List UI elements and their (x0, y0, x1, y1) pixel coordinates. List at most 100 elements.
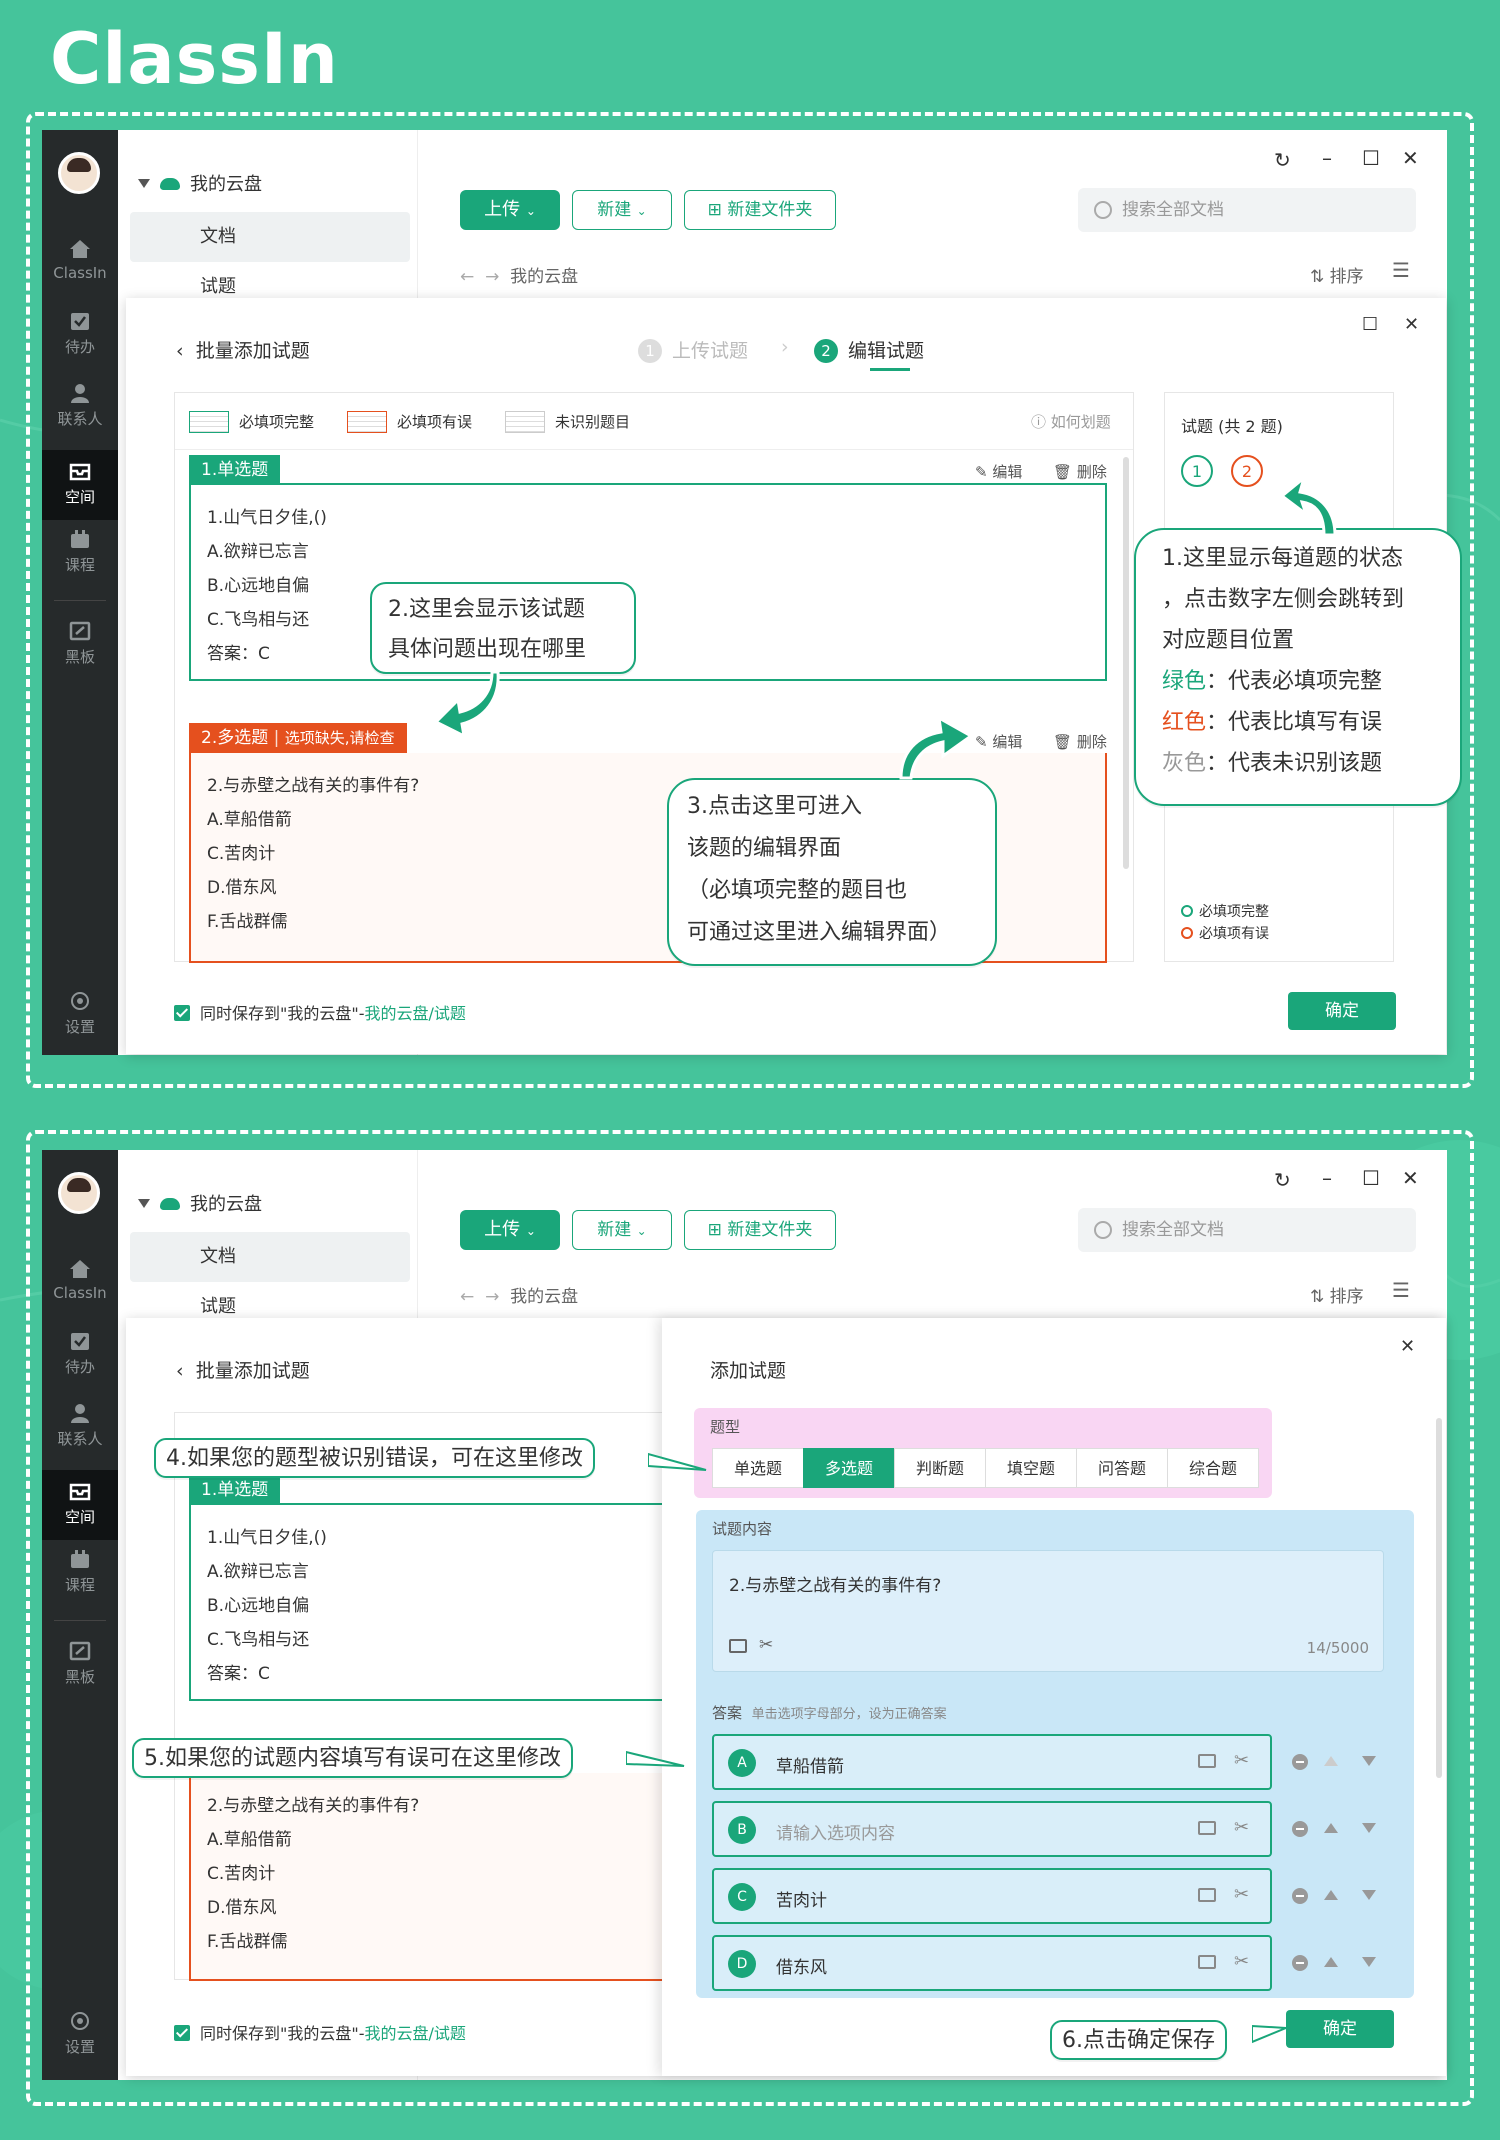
formula-icon[interactable]: ✂ (759, 1635, 773, 1655)
minimize-icon[interactable]: – (1322, 1166, 1332, 1190)
q1-edit-button[interactable]: ✎ 编辑 (975, 461, 1022, 482)
chevron-left-icon[interactable]: ‹ (176, 1360, 184, 1382)
option-a[interactable]: A 草船借箭 ✂ (712, 1734, 1272, 1790)
image-icon[interactable] (1198, 1754, 1216, 1768)
sidebar-item-blackboard[interactable]: 黑板 (42, 1640, 118, 1700)
upload-button[interactable]: 上传 ⌄ (460, 190, 560, 230)
tree-root-my-cloud[interactable]: 我的云盘 (138, 1190, 262, 1216)
type-comprehensive[interactable]: 综合题 (1167, 1448, 1259, 1488)
save-to-cloud-checkbox[interactable]: 同时保存到"我的云盘"-我的云盘/试题 (174, 2020, 466, 2044)
move-up-icon[interactable] (1324, 1890, 1338, 1900)
close-icon[interactable]: ✕ (1400, 1336, 1415, 1357)
close-icon[interactable]: ✕ (1404, 314, 1419, 335)
new-button[interactable]: 新建 ⌄ (572, 1210, 672, 1250)
move-down-icon[interactable] (1362, 1823, 1376, 1833)
move-down-icon[interactable] (1362, 1890, 1376, 1900)
move-down-icon[interactable] (1362, 1756, 1376, 1766)
sidebar-item-classin[interactable]: ClassIn (42, 238, 118, 298)
avatar[interactable] (58, 152, 100, 194)
sidebar-item-settings[interactable]: 设置 (42, 990, 118, 1040)
remove-option-icon[interactable] (1292, 1754, 1308, 1770)
sidebar-item-classin[interactable]: ClassIn (42, 1258, 118, 1318)
q1-content-box[interactable]: 1.山气日夕佳,() A.欲辩已忘言 B.心远地自偏 C.飞鸟相与还 答案：C (189, 483, 1107, 681)
help-link[interactable]: ⓘ 如何划题 (1031, 411, 1111, 432)
q2-delete-button[interactable]: 🗑 删除 (1053, 731, 1107, 752)
move-up-icon[interactable] (1324, 1957, 1338, 1967)
remove-option-icon[interactable] (1292, 1888, 1308, 1904)
minimize-icon[interactable]: – (1322, 146, 1332, 170)
new-button[interactable]: 新建 ⌄ (572, 190, 672, 230)
upload-button[interactable]: 上传 ⌄ (460, 1210, 560, 1250)
remove-option-icon[interactable] (1292, 1955, 1308, 1971)
nav-number-1[interactable]: 1 (1181, 455, 1213, 487)
tree-root-my-cloud[interactable]: 我的云盘 (138, 170, 262, 196)
avatar[interactable] (58, 1172, 100, 1214)
image-icon[interactable] (1198, 1821, 1216, 1835)
type-multiple-choice[interactable]: 多选题 (803, 1448, 895, 1488)
type-true-false[interactable]: 判断题 (894, 1448, 986, 1488)
q1-delete-button[interactable]: 🗑 删除 (1053, 461, 1107, 482)
refresh-icon[interactable]: ↻ (1274, 1168, 1291, 1192)
confirm-button[interactable]: 确定 (1288, 992, 1396, 1030)
type-essay[interactable]: 问答题 (1076, 1448, 1168, 1488)
confirm-button[interactable]: 确定 (1286, 2010, 1394, 2048)
search-input[interactable]: 搜索全部文档 (1078, 1208, 1416, 1252)
sidebar-item-contacts[interactable]: 联系人 (42, 1402, 118, 1462)
sidebar-item-course[interactable]: 课程 (42, 528, 118, 588)
forward-arrow-icon[interactable]: → (485, 267, 499, 287)
sidebar-item-todo[interactable]: 待办 (42, 1330, 118, 1390)
sort-button[interactable]: ⇅ 排序 (1310, 1282, 1364, 1307)
maximize-icon[interactable]: ☐ (1362, 1166, 1380, 1190)
sort-button[interactable]: ⇅ 排序 (1310, 262, 1364, 287)
chevron-left-icon[interactable]: ‹ (176, 340, 184, 362)
image-icon[interactable] (1198, 1955, 1216, 1969)
new-folder-button[interactable]: ⊞ 新建文件夹 (684, 1210, 836, 1250)
sidebar-item-settings[interactable]: 设置 (42, 2010, 118, 2060)
option-b[interactable]: B 请输入选项内容 ✂ (712, 1801, 1272, 1857)
sidebar-item-course[interactable]: 课程 (42, 1548, 118, 1608)
formula-icon[interactable]: ✂ (1234, 1951, 1249, 1972)
formula-icon[interactable]: ✂ (1234, 1750, 1249, 1771)
content-editor[interactable]: 2.与赤壁之战有关的事件有? ✂ 14/5000 (712, 1550, 1384, 1672)
option-c[interactable]: C 苦肉计 ✂ (712, 1868, 1272, 1924)
sidebar-item-space[interactable]: 空间 (42, 1470, 118, 1540)
close-icon[interactable]: ✕ (1402, 146, 1419, 170)
sidebar-item-space[interactable]: 空间 (42, 450, 118, 520)
back-arrow-icon[interactable]: ← (460, 267, 474, 287)
back-arrow-icon[interactable]: ← (460, 1287, 474, 1307)
list-view-icon[interactable]: ☰ (1392, 1278, 1410, 1302)
tree-item-documents[interactable]: 文档 (130, 1232, 410, 1282)
option-letter-d[interactable]: D (728, 1950, 756, 1978)
image-icon[interactable] (1198, 1888, 1216, 1902)
maximize-icon[interactable]: ☐ (1362, 146, 1380, 170)
remove-option-icon[interactable] (1292, 1821, 1308, 1837)
image-icon[interactable] (729, 1639, 747, 1653)
option-letter-a[interactable]: A (728, 1749, 756, 1777)
option-letter-c[interactable]: C (728, 1883, 756, 1911)
move-up-icon[interactable] (1324, 1823, 1338, 1833)
close-icon[interactable]: ✕ (1402, 1166, 1419, 1190)
type-fill-blank[interactable]: 填空题 (985, 1448, 1077, 1488)
scrollbar[interactable] (1123, 457, 1129, 869)
search-input[interactable]: 搜索全部文档 (1078, 188, 1416, 232)
option-letter-b[interactable]: B (728, 1816, 756, 1844)
save-to-cloud-checkbox[interactable]: 同时保存到"我的云盘"-我的云盘/试题 (174, 1000, 466, 1024)
tree-item-documents[interactable]: 文档 (130, 212, 410, 262)
new-folder-button[interactable]: ⊞ 新建文件夹 (684, 190, 836, 230)
list-view-icon[interactable]: ☰ (1392, 258, 1410, 282)
formula-icon[interactable]: ✂ (1234, 1817, 1249, 1838)
move-up-icon[interactable] (1324, 1756, 1338, 1766)
nav-number-2[interactable]: 2 (1231, 455, 1263, 487)
move-down-icon[interactable] (1362, 1957, 1376, 1967)
maximize-icon[interactable]: ☐ (1362, 314, 1378, 335)
forward-arrow-icon[interactable]: → (485, 1287, 499, 1307)
sidebar-item-todo[interactable]: 待办 (42, 310, 118, 370)
type-single-choice[interactable]: 单选题 (712, 1448, 804, 1488)
q2-edit-button[interactable]: ✎ 编辑 (975, 731, 1022, 752)
refresh-icon[interactable]: ↻ (1274, 148, 1291, 172)
option-d[interactable]: D 借东风 ✂ (712, 1935, 1272, 1991)
formula-icon[interactable]: ✂ (1234, 1884, 1249, 1905)
scrollbar[interactable] (1436, 1418, 1442, 1778)
sidebar-item-blackboard[interactable]: 黑板 (42, 620, 118, 680)
sidebar-item-contacts[interactable]: 联系人 (42, 382, 118, 442)
